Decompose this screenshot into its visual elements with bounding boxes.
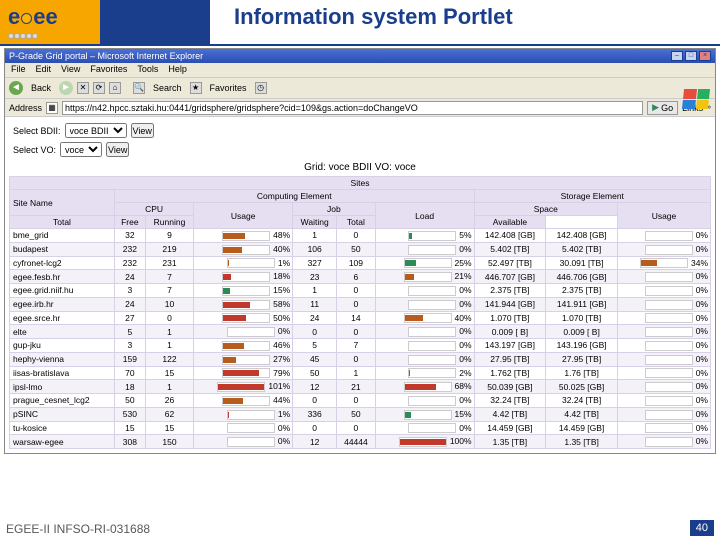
footer-left: EGEE-II INFSO-RI-031688 [6, 522, 150, 536]
go-button[interactable]: ▶Go [647, 101, 678, 115]
table-row: egee.grid.niif.hu3715%100%2.375 [TB]2.37… [10, 284, 711, 298]
back-button[interactable]: Back [27, 82, 55, 94]
refresh-icon[interactable]: ⟳ [93, 82, 105, 94]
table-row: egee.fesb.hr24718%23621%446.707 [GB]446.… [10, 270, 711, 284]
menu-favorites[interactable]: Favorites [90, 64, 127, 76]
back-icon[interactable]: ◄ [9, 81, 23, 95]
col-free[interactable]: Free [114, 216, 145, 229]
address-label: Address [9, 103, 42, 113]
menu-tools[interactable]: Tools [137, 64, 158, 76]
table-row: bme_grid32948%105%142.408 [GB]142.408 [G… [10, 229, 711, 243]
favorites-button[interactable]: Favorites [206, 82, 251, 94]
group-ce: Computing Element [114, 190, 474, 203]
page-icon: ▦ [46, 102, 58, 114]
select-bdii-label: Select BDII: [13, 126, 61, 136]
home-icon[interactable]: ⌂ [109, 82, 121, 94]
table-row: gup-jku3146%570%143.197 [GB]143.196 [GB]… [10, 339, 711, 353]
table-row: elte510%000%0.009 [ B]0.009 [ B]0% [10, 325, 711, 339]
table-row: warsaw-egee3081500%1244444100%1.35 [TB]1… [10, 435, 711, 449]
sites-header: Sites [10, 177, 711, 190]
history-icon[interactable]: ◷ [255, 82, 267, 94]
page-number-badge: 40 [690, 520, 714, 536]
search-button[interactable]: Search [149, 82, 186, 94]
portal-content: Select BDII: voce BDII View Select VO: v… [5, 117, 715, 453]
grid-title: Grid: voce BDII VO: voce [9, 159, 711, 176]
table-row: ipsl-lmo181101%122168%50.039 [GB]50.025 … [10, 380, 711, 394]
address-input[interactable] [62, 101, 643, 115]
stop-icon[interactable]: ✕ [77, 82, 89, 94]
table-row: hephy-vienna15912227%4500%27.95 [TB]27.9… [10, 352, 711, 366]
view-vo-button[interactable]: View [106, 142, 129, 157]
select-vo-label: Select VO: [13, 145, 56, 155]
favorites-icon[interactable]: ★ [190, 82, 202, 94]
col-susage[interactable]: Usage [617, 203, 710, 229]
forward-icon[interactable]: ► [59, 81, 73, 95]
search-icon[interactable]: 🔍 [133, 82, 145, 94]
select-vo[interactable]: voce [60, 142, 102, 157]
col-usage[interactable]: Usage [194, 203, 293, 229]
select-bdii[interactable]: voce BDII [65, 123, 127, 138]
col-running[interactable]: Running [145, 216, 194, 229]
table-row: tu-kosice15150%000%14.459 [GB]14.459 [GB… [10, 421, 711, 435]
slide-subtitle: Enabling Grids for E-sciencE [212, 32, 327, 42]
menu-view[interactable]: View [61, 64, 80, 76]
browser-window: P-Grade Grid portal – Microsoft Internet… [4, 48, 716, 454]
close-button[interactable]: × [699, 51, 711, 61]
table-row: iisas-bratislava701579%5012%1.762 [TB]1.… [10, 366, 711, 380]
col-stotal[interactable]: Total [337, 216, 375, 229]
col-cpu: CPU [114, 203, 193, 216]
table-row: egee.srce.hr27050%241440%1.070 [TB]1.070… [10, 311, 711, 325]
menu-edit[interactable]: Edit [36, 64, 52, 76]
browser-toolbar: ◄ Back ► ✕ ⟳ ⌂ 🔍 Search ★ Favorites ◷ [5, 77, 715, 99]
col-space: Space [474, 203, 617, 216]
egee-logo: eee [8, 4, 58, 40]
address-bar: Address ▦ ▶Go Links» [5, 99, 715, 117]
table-row: egee.irb.hr241058%1100%141.944 [GB]141.9… [10, 297, 711, 311]
group-se: Storage Element [474, 190, 710, 203]
view-bdii-button[interactable]: View [131, 123, 154, 138]
minimize-button[interactable]: – [671, 51, 683, 61]
table-row: cyfronet-lcg22322311%32710925%52.497 [TB… [10, 256, 711, 270]
col-site[interactable]: Site Name [10, 190, 115, 216]
browser-menubar: File Edit View Favorites Tools Help [5, 63, 715, 77]
browser-titlebar: P-Grade Grid portal – Microsoft Internet… [5, 49, 715, 63]
maximize-button[interactable]: □ [685, 51, 697, 61]
menu-help[interactable]: Help [168, 64, 187, 76]
col-total[interactable]: Total [10, 216, 115, 229]
col-waiting[interactable]: Waiting [293, 216, 337, 229]
sites-table: Sites Site Name Computing Element Storag… [9, 176, 711, 449]
slide-header: eee Information system Portlet Enabling … [0, 0, 720, 46]
table-row: prague_cesnet_lcg2502644%000%32.24 [TB]3… [10, 394, 711, 408]
col-job: Job [293, 203, 375, 216]
col-savail[interactable]: Available [474, 216, 546, 229]
table-row: budapest23221940%106500%5.402 [TB]5.402 … [10, 242, 711, 256]
col-load[interactable]: Load [375, 203, 474, 229]
window-title: P-Grade Grid portal – Microsoft Internet… [9, 51, 203, 61]
slide-title: Information system Portlet [234, 4, 513, 30]
table-row: pSINC530621%3365015%4.42 [TB]4.42 [TB]0% [10, 407, 711, 421]
windows-flag-icon [682, 89, 710, 109]
menu-file[interactable]: File [11, 64, 26, 76]
